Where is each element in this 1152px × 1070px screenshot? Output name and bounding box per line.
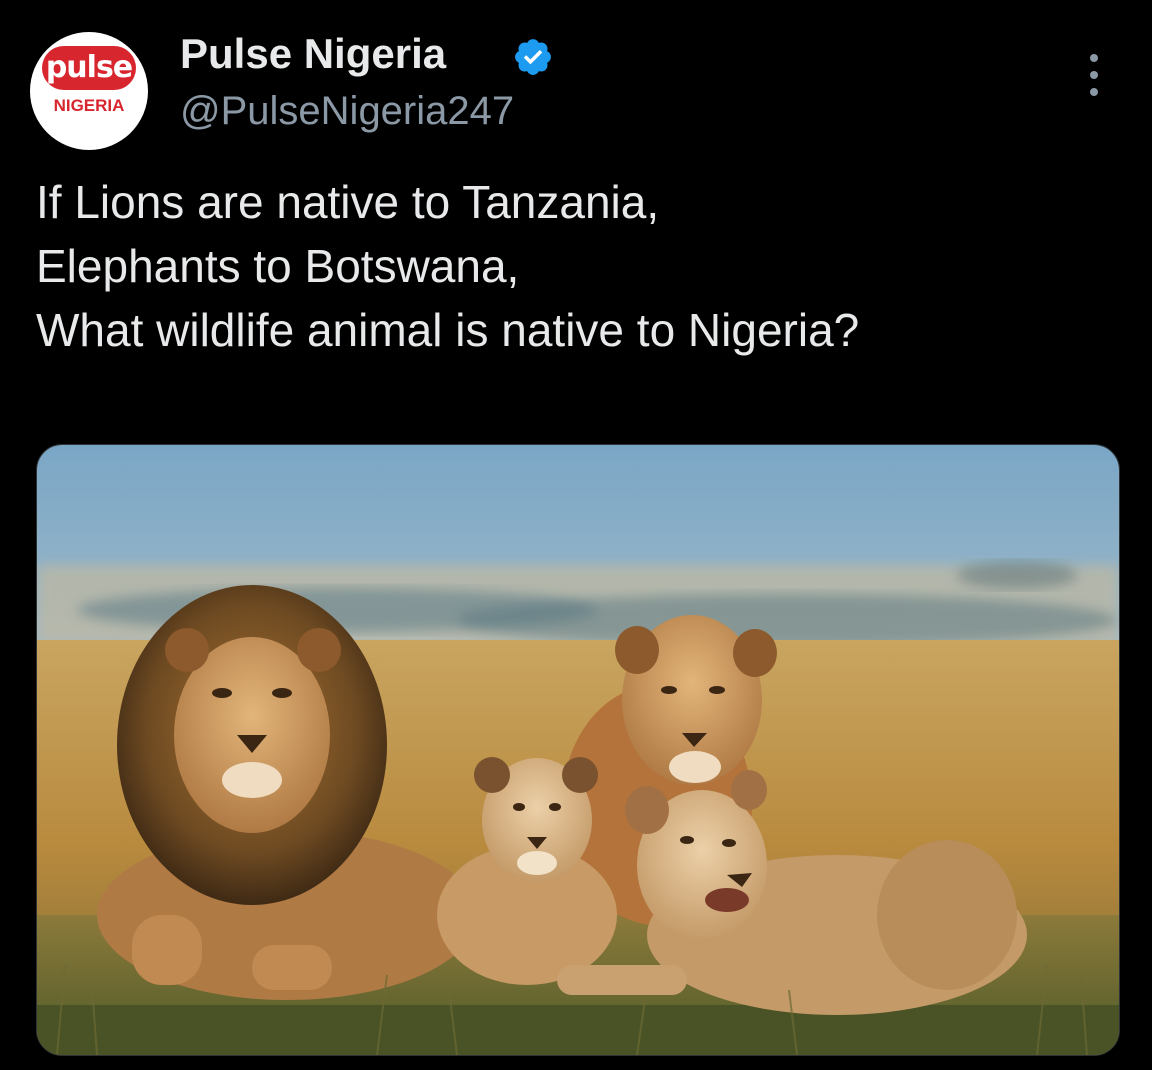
- avatar-logo: pulse: [42, 46, 136, 90]
- lion-pride-photo: [37, 445, 1119, 1055]
- avatar-logo-subtext: NIGERIA: [53, 96, 125, 115]
- tweet-text-line: Elephants to Botswana,: [36, 240, 520, 292]
- tweet-media-image[interactable]: [36, 444, 1120, 1056]
- handle[interactable]: @PulseNigeria247: [180, 86, 514, 136]
- avatar[interactable]: pulse NIGERIA: [30, 32, 148, 150]
- tweet-text-line: What wildlife animal is native to Nigeri…: [36, 304, 860, 356]
- more-dot: [1090, 71, 1098, 79]
- display-name[interactable]: Pulse Nigeria: [180, 28, 446, 80]
- verified-badge-icon: [515, 39, 551, 75]
- more-options-icon[interactable]: [1076, 50, 1112, 100]
- tweet-text: If Lions are native to Tanzania, Elephan…: [36, 170, 1126, 362]
- tweet-text-line: If Lions are native to Tanzania,: [36, 176, 660, 228]
- more-dot: [1090, 54, 1098, 62]
- more-dot: [1090, 88, 1098, 96]
- tweet: pulse NIGERIA Pulse Nigeria @PulseNigeri…: [0, 0, 1152, 1070]
